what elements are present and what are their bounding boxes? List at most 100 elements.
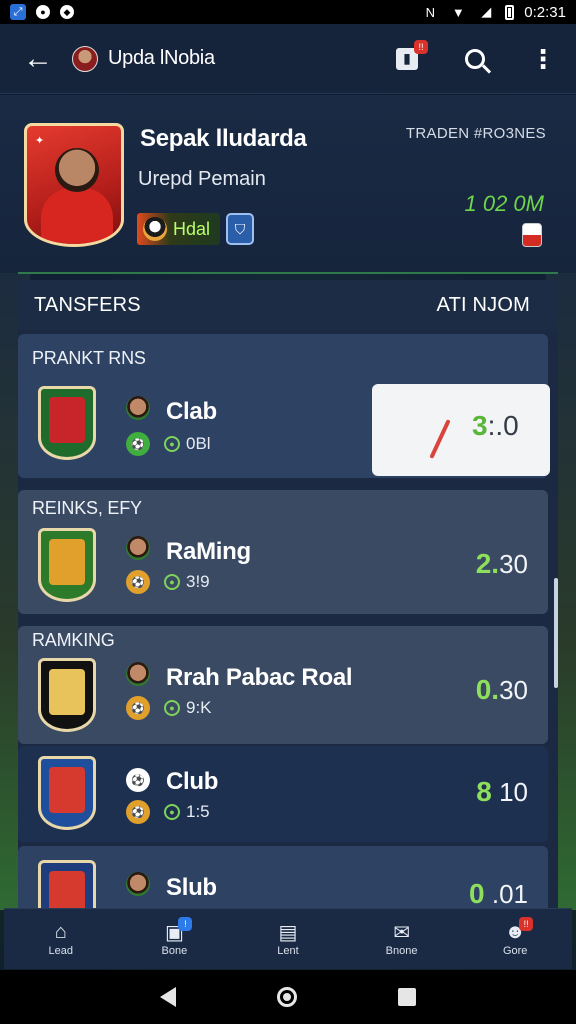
back-arrow-icon[interactable]: ← [18, 39, 58, 79]
nfc-icon: N [425, 4, 435, 20]
store-button[interactable]: ▮ !! [392, 39, 428, 74]
card-value-highlight: 3 [472, 410, 488, 441]
card-meta: ● 3!9 [164, 572, 210, 592]
card-meta: ● 1:5 [164, 802, 210, 822]
player-name: Sepak lludarda [140, 125, 307, 152]
clock-icon: ● [164, 574, 180, 590]
search-icon [465, 48, 485, 69]
card-value: 8 10 [476, 776, 528, 808]
club-crest-icon [38, 756, 96, 830]
card-value-highlight: 2. [475, 548, 500, 579]
bottom-navigation: ⌂ Lead ▣ ! Bone ▤ Lent ✉ Bnone ☻ !! Gore [4, 908, 572, 969]
app-icon: ⤢ [10, 4, 26, 20]
nav-item-lead[interactable]: ⌂ Lead [11, 920, 111, 958]
scrollbar-thumb[interactable] [554, 578, 558, 688]
notification-badge: !! [414, 39, 428, 54]
soccer-ball-icon: ⚽ [126, 768, 150, 792]
clock-icon: ● [164, 804, 180, 820]
flag-icon [522, 223, 542, 247]
card-label: REINKS, EFY [32, 498, 142, 518]
badge-icon: ⚽ [126, 800, 150, 824]
shield-icon[interactable]: ⛉ [226, 213, 255, 245]
search-button[interactable] [460, 44, 490, 74]
player-avatar [126, 396, 150, 420]
profile-icon: ☻ !! [503, 917, 534, 943]
nav-item-bone[interactable]: ▣ ! Bone [124, 917, 224, 957]
transfers-action[interactable]: ATI NJOM [437, 294, 530, 317]
system-home-icon[interactable] [276, 987, 297, 1007]
player-avatar [126, 536, 150, 560]
nav-label: Gore [502, 945, 528, 957]
card-value-rest: :.0 [487, 410, 519, 441]
clock-icon: ● [164, 436, 180, 452]
status-time: 0:2:31 [524, 3, 566, 21]
club-crest-icon [38, 528, 96, 602]
transfer-card[interactable]: ⚽ ⚽ Club ● 1:5 8 10 [18, 746, 548, 842]
player-crest: ✦ [24, 123, 124, 247]
badge-icon: ⚽ [126, 432, 150, 456]
card-value-rest: 30 [499, 675, 528, 705]
mail-icon: ✉ [393, 921, 410, 944]
crest-mark-icon: ✦ [35, 135, 45, 147]
nav-label: Bone [161, 945, 188, 957]
card-title: Clab [166, 398, 217, 425]
nav-label: Lent [277, 945, 299, 957]
transfer-label: TRADEN #RO3NES [405, 125, 546, 142]
transfers-header: TANSFERS ATI NJOM [18, 280, 558, 330]
card-meta-value: 0Bl [186, 434, 211, 453]
card-meta-value: 9:K [186, 698, 212, 717]
nav-item-lent[interactable]: ▤ Lent [238, 921, 338, 958]
nav-item-bnone[interactable]: ✉ Bnone [352, 921, 452, 958]
more-options-button[interactable]: ⋮ [528, 44, 558, 74]
system-back-icon[interactable] [160, 987, 177, 1007]
nav-label: Lead [48, 945, 74, 957]
avatar [72, 45, 98, 72]
transfer-card[interactable]: RAMKING ⚽ Rrah Pabac Roal ● 9:K 0.30 [18, 626, 548, 744]
transfer-card[interactable]: REINKS, EFY ⚽ RaMing ● 3!9 2.30 [18, 490, 548, 614]
medal-tag[interactable]: Hdal [137, 213, 221, 245]
card-title: RaMing [166, 538, 251, 565]
more-vert-icon: ⋮ [530, 43, 556, 74]
card-value-highlight: 8 [476, 776, 492, 807]
card-title: Club [166, 768, 219, 795]
card-value: 0.30 [476, 674, 528, 706]
card-title: Slub [166, 874, 217, 901]
system-navigation-bar [0, 970, 576, 1024]
app-screen: ⤢ ● ◆ N ▼ ◢ 0:2:31 ← Upda lNobia ▮ !! ⋮ [0, 0, 576, 1024]
transfers-title: TANSFERS [34, 293, 141, 316]
card-meta: ● 9:K [164, 698, 212, 718]
value-box[interactable]: 3:.0 [372, 384, 550, 476]
player-profile-header: ✦ Sepak lludarda Urepd Pemain Hdal ⛉ TRA… [0, 95, 576, 274]
player-subtitle: Urepd Pemain [138, 168, 266, 190]
page-title: Upda lNobia [108, 47, 215, 69]
signal-icon: ◢ [481, 4, 492, 19]
card-title: Rrah Pabac Roal [166, 664, 353, 691]
store-icon: ▣ ! [162, 917, 193, 944]
clock-icon: ● [164, 700, 180, 716]
wifi-icon: ▼ [451, 4, 465, 20]
location-icon: ◆ [60, 5, 74, 19]
battery-icon [505, 4, 515, 20]
card-value: 3:.0 [472, 410, 519, 442]
player-avatar [126, 872, 150, 896]
card-value: 2.30 [476, 548, 528, 580]
badge-icon: ⚽ [126, 696, 150, 720]
card-value-rest: .01 [491, 879, 528, 909]
nav-item-gore[interactable]: ☻ !! Gore [465, 917, 565, 957]
card-meta-value: 1:5 [186, 802, 210, 821]
card-value-highlight: 0 [469, 878, 485, 909]
divider [18, 272, 558, 274]
trend-arrow-icon [429, 419, 451, 459]
home-icon: ⌂ [54, 920, 67, 943]
notification-badge: !! [519, 917, 534, 931]
card-meta-value: 3!9 [186, 572, 210, 591]
building-icon: ▤ [278, 921, 298, 944]
app-bar: ← Upda lNobia ▮ !! ⋮ [0, 24, 576, 94]
transfer-card[interactable]: PRANKT RNS ⚽ Clab ● 0Bl 3:.0 [18, 334, 550, 478]
card-meta: ● 0Bl [164, 434, 211, 454]
club-crest-icon [38, 658, 96, 732]
card-value-highlight: 0. [475, 674, 500, 705]
notification-badge: ! [178, 917, 193, 931]
status-bar: ⤢ ● ◆ N ▼ ◢ 0:2:31 [0, 0, 576, 24]
system-recents-icon[interactable] [397, 988, 416, 1006]
